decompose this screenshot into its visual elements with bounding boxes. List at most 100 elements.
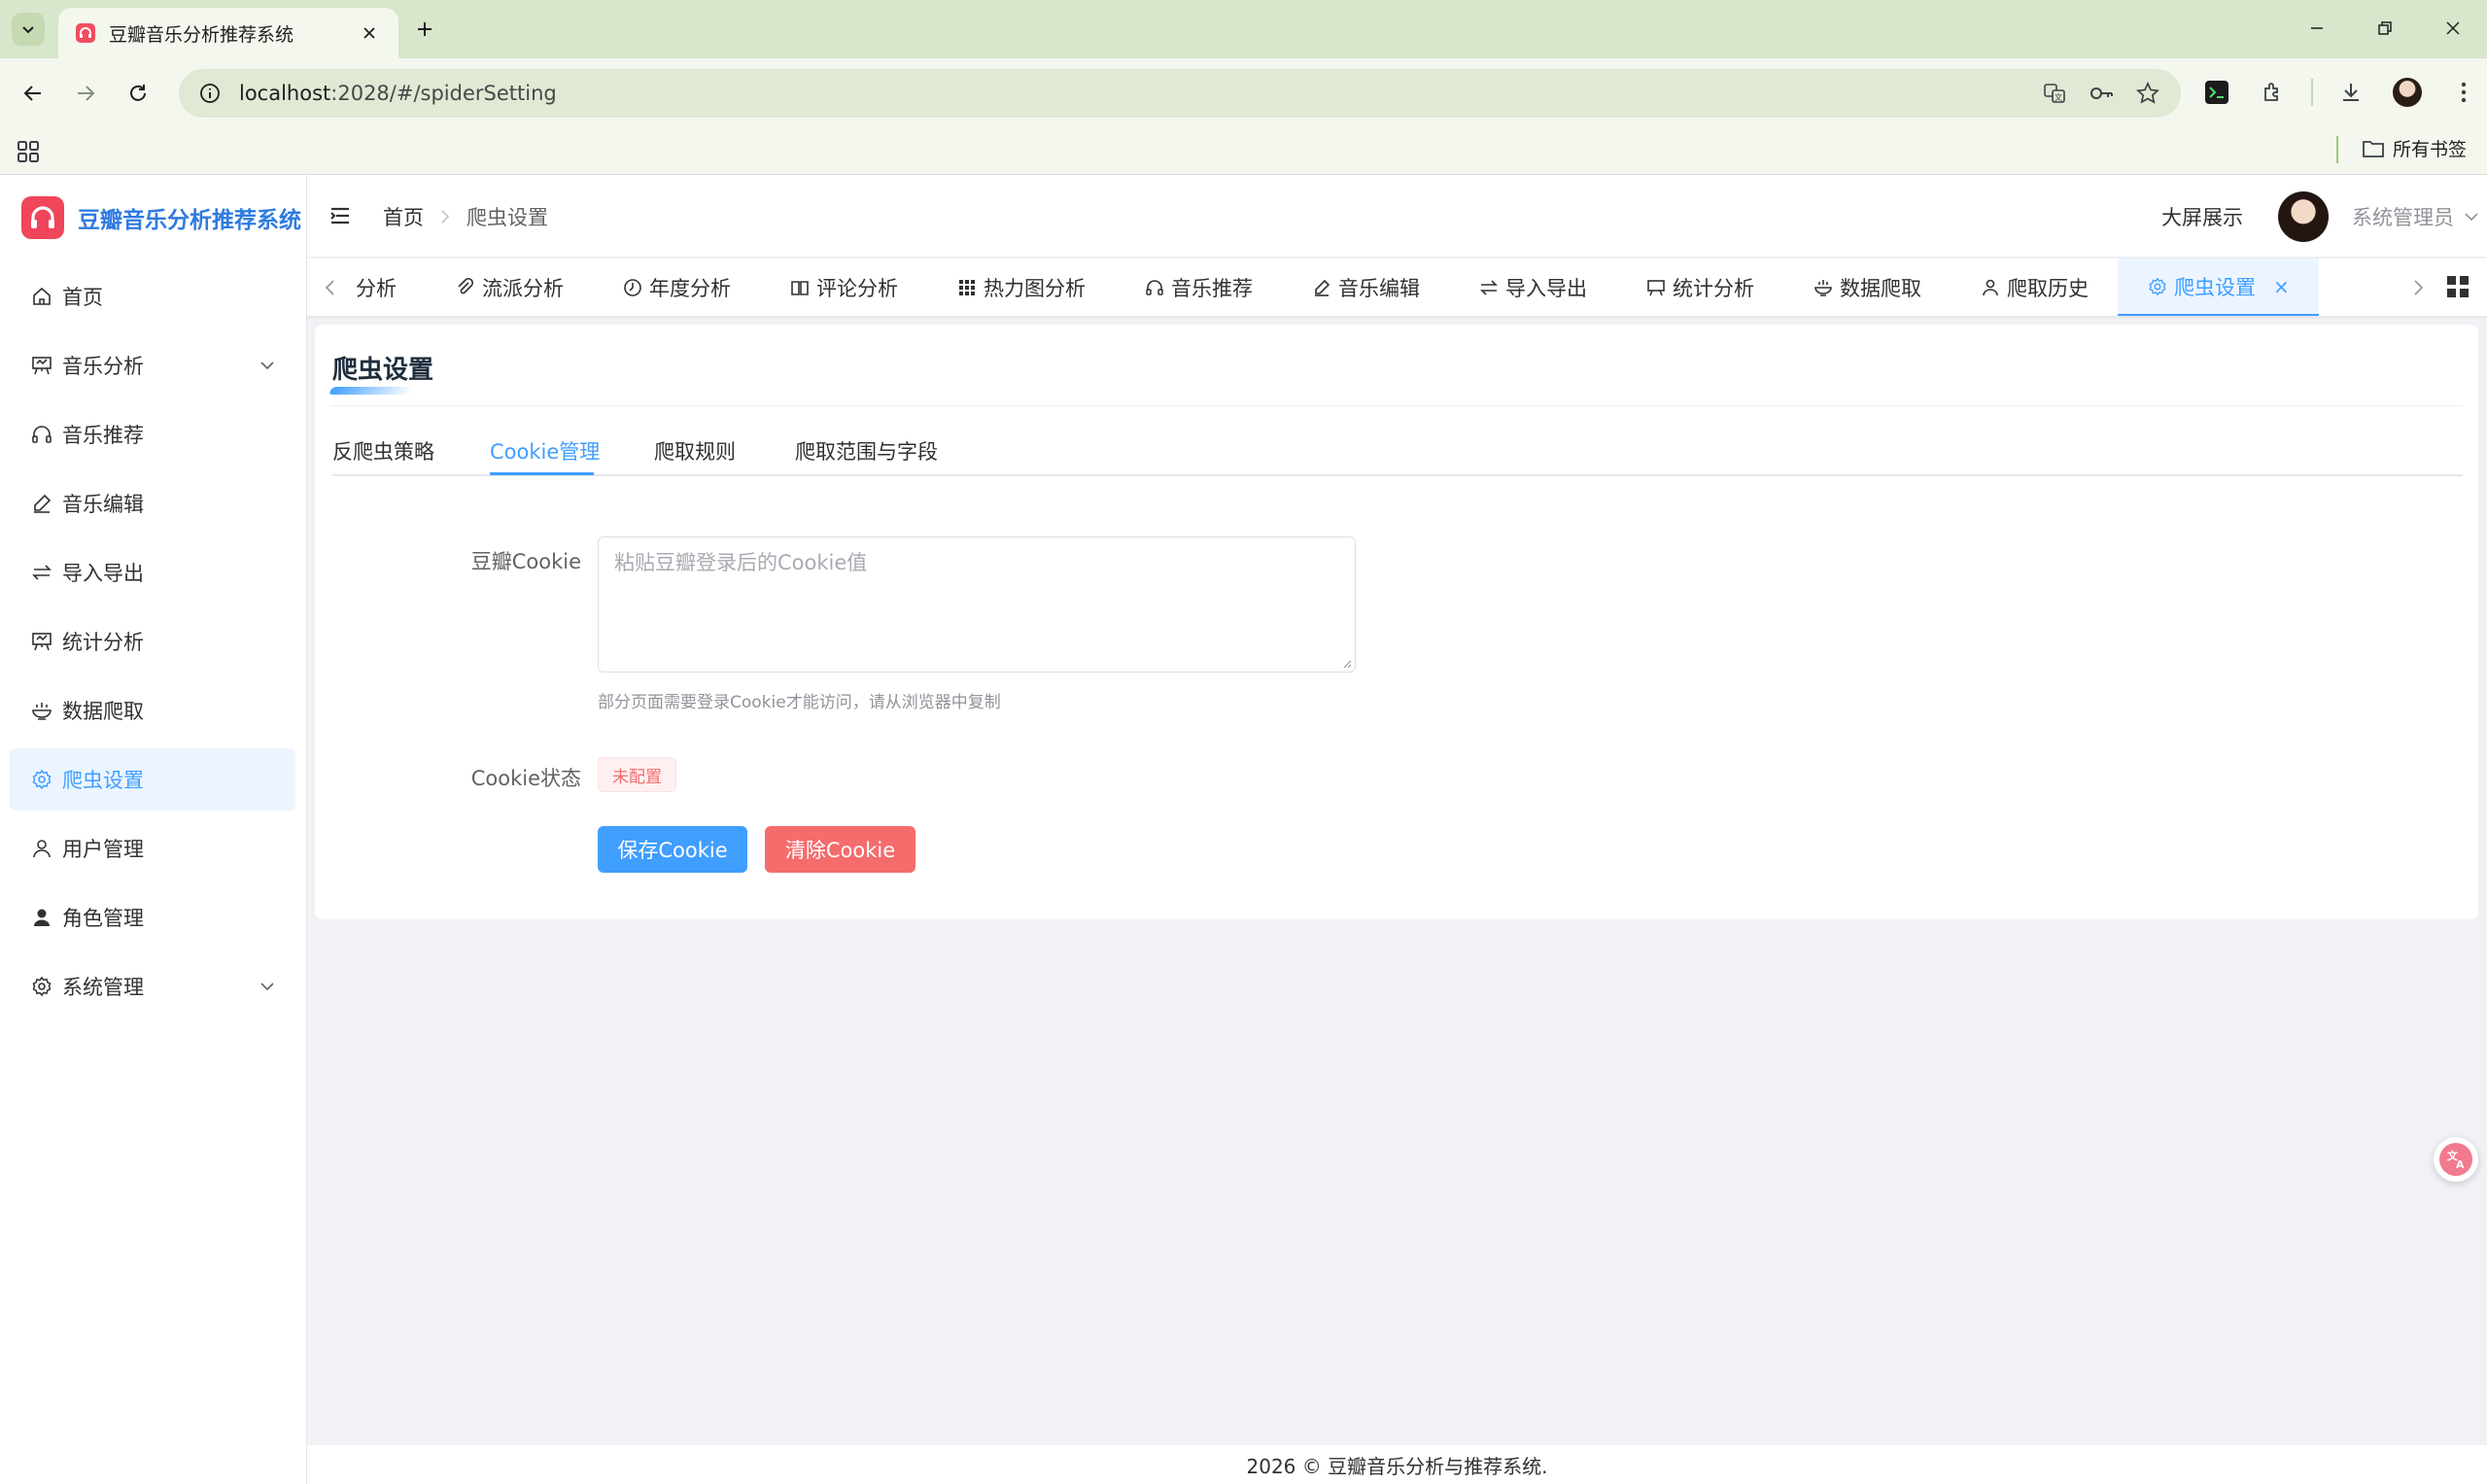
sidebar-item-statistics[interactable]: 统计分析 — [10, 610, 295, 673]
user-icon — [29, 836, 54, 861]
chevron-down-icon[interactable] — [2462, 207, 2481, 226]
tag-crawl-history[interactable]: 爬取历史 — [1951, 259, 2118, 316]
avatar[interactable] — [2278, 191, 2329, 242]
profile-avatar[interactable] — [2389, 74, 2426, 111]
sidebar-item-spider-settings[interactable]: 爬虫设置 — [10, 748, 295, 811]
browser-toolbar: localhost:2028/#/spiderSetting 文 — [0, 58, 2487, 126]
browser-tab-active[interactable]: 豆瓣音乐分析推荐系统 — [58, 8, 398, 58]
tab-cookie-management[interactable]: Cookie管理 — [490, 426, 600, 476]
breadcrumb-current: 爬虫设置 — [466, 206, 548, 229]
sidebar-item-label: 角色管理 — [62, 907, 144, 930]
brand-headphones-icon — [21, 196, 64, 239]
big-screen-link[interactable]: 大屏展示 — [2161, 202, 2243, 231]
all-bookmarks-button[interactable]: 所有书签 — [2362, 135, 2467, 161]
gear-icon — [2147, 276, 2168, 297]
tag-label: 统计分析 — [1673, 277, 1754, 300]
new-tab-button[interactable] — [408, 13, 441, 46]
tag-import-export[interactable]: 导入导出 — [1449, 259, 1616, 316]
gear-icon — [29, 767, 54, 792]
site-info-icon[interactable] — [198, 82, 222, 105]
bookmarks-divider — [2336, 136, 2338, 163]
sidebar-item-music-analysis[interactable]: 音乐分析 — [10, 334, 295, 397]
chevron-right-icon[interactable] — [2408, 276, 2428, 299]
tag-label: 分析 — [356, 277, 397, 300]
bookmarks-bar: 所有书签 — [0, 126, 2487, 175]
close-icon[interactable] — [358, 21, 381, 45]
back-button[interactable] — [16, 76, 51, 111]
tag-yearly-analysis[interactable]: 年度分析 — [593, 259, 760, 316]
main-area: 首页 爬虫设置 大屏展示 系统管理员 分析 流派分析 年度分析 评论分析 热力图… — [307, 175, 2487, 1484]
tag-analysis[interactable]: 分析 — [348, 259, 426, 316]
active-tab-indicator — [490, 472, 594, 475]
cookie-textarea-placeholder: 粘贴豆瓣登录后的Cookie值 — [614, 551, 868, 574]
tag-data-crawl[interactable]: 数据爬取 — [1783, 259, 1951, 316]
window-close-button[interactable] — [2419, 0, 2487, 56]
hamburger-menu-icon[interactable] — [328, 204, 352, 227]
user-name[interactable]: 系统管理员 — [2352, 202, 2454, 231]
sidebar-item-home[interactable]: 首页 — [10, 265, 295, 328]
brand[interactable]: 豆瓣音乐分析推荐系统 — [21, 196, 301, 239]
favicon-headphones-icon — [76, 23, 95, 43]
breadcrumb-home[interactable]: 首页 — [383, 202, 424, 231]
reload-icon — [130, 85, 146, 101]
tag-label: 导入导出 — [1505, 277, 1587, 300]
tag-comment-analysis[interactable]: 评论分析 — [760, 259, 927, 316]
sidebar-item-label: 音乐编辑 — [62, 493, 144, 516]
tag-genre-analysis[interactable]: 流派分析 — [426, 259, 593, 316]
save-cookie-button[interactable]: 保存Cookie — [598, 826, 747, 873]
sidebar-item-data-crawl[interactable]: 数据爬取 — [10, 679, 295, 742]
tags-scroll: 分析 流派分析 年度分析 评论分析 热力图分析 音乐推荐 音乐编辑 导入导出 统… — [348, 259, 2408, 316]
tag-music-edit[interactable]: 音乐编辑 — [1282, 259, 1449, 316]
sidebar-item-role-management[interactable]: 角色管理 — [10, 886, 295, 949]
bookmark-star-icon[interactable] — [2134, 80, 2161, 107]
tag-spider-settings[interactable]: 爬虫设置 × — [2118, 259, 2319, 316]
clear-cookie-button[interactable]: 清除Cookie — [765, 826, 915, 873]
extensions-puzzle-icon[interactable] — [2255, 74, 2292, 111]
book-icon — [789, 277, 811, 298]
restore-button[interactable] — [2351, 0, 2419, 56]
tag-music-recommend[interactable]: 音乐推荐 — [1115, 259, 1282, 316]
reload-button[interactable] — [121, 76, 155, 111]
tags-menu-grid-icon[interactable] — [2445, 274, 2470, 299]
tab-search-button[interactable] — [12, 13, 45, 46]
tag-statistics[interactable]: 统计分析 — [1616, 259, 1783, 316]
presentation-icon — [29, 629, 54, 654]
sidebar-item-label: 系统管理 — [62, 976, 144, 999]
chevron-left-icon[interactable] — [321, 276, 340, 299]
cookie-textarea[interactable]: 粘贴豆瓣登录后的Cookie值 — [598, 536, 1356, 673]
url-text[interactable]: localhost:2028/#/spiderSetting — [239, 82, 2041, 105]
sidebar-item-user-management[interactable]: 用户管理 — [10, 817, 295, 880]
sidebar-item-music-recommend[interactable]: 音乐推荐 — [10, 403, 295, 466]
tab-crawl-scope[interactable]: 爬取范围与字段 — [795, 426, 938, 476]
download-icon[interactable] — [2332, 74, 2369, 111]
apps-grid-icon[interactable] — [16, 139, 41, 164]
tag-label: 爬取历史 — [2007, 277, 2089, 300]
paperclip-icon — [455, 277, 476, 298]
forward-button[interactable] — [68, 76, 103, 111]
sidebar-item-system-management[interactable]: 系统管理 — [10, 955, 295, 1018]
all-bookmarks-label: 所有书签 — [2393, 139, 2468, 160]
sidebar-menu: 首页 音乐分析 音乐推荐 音乐编辑 导入导出 统计分析 数据爬取 爬虫设置 用户… — [10, 265, 295, 1024]
tab-anti-crawl[interactable]: 反爬虫策略 — [332, 426, 434, 476]
resize-grip-icon[interactable] — [1340, 657, 1352, 669]
tag-heatmap-analysis[interactable]: 热力图分析 — [927, 259, 1115, 316]
browser-tab-title: 豆瓣音乐分析推荐系统 — [109, 23, 294, 46]
address-bar[interactable]: localhost:2028/#/spiderSetting 文 — [179, 69, 2181, 118]
terminal-extension-icon[interactable] — [2198, 74, 2235, 111]
tag-close-icon[interactable]: × — [2273, 275, 2290, 298]
headphones-icon — [1144, 277, 1165, 298]
tab-crawl-rules[interactable]: 爬取规则 — [654, 426, 736, 476]
password-key-icon[interactable] — [2088, 80, 2115, 107]
minimize-button[interactable] — [2283, 0, 2351, 56]
cookie-hint: 部分页面需要登录Cookie才能访问，请从浏览器中复制 — [598, 693, 1001, 712]
browser-tabstrip: 豆瓣音乐分析推荐系统 — [0, 0, 2487, 58]
translate-icon[interactable]: 文 — [2041, 80, 2068, 107]
url-host: localhost — [239, 82, 331, 105]
sidebar-item-import-export[interactable]: 导入导出 — [10, 541, 295, 604]
kebab-menu-icon[interactable] — [2445, 74, 2482, 111]
sidebar-item-music-edit[interactable]: 音乐编辑 — [10, 472, 295, 535]
floating-translate-button[interactable]: 文A — [2434, 1137, 2478, 1182]
edit-pen-icon — [1311, 277, 1332, 298]
sidebar-item-label: 统计分析 — [62, 631, 144, 654]
tags-view: 分析 流派分析 年度分析 评论分析 热力图分析 音乐推荐 音乐编辑 导入导出 统… — [307, 259, 2487, 317]
